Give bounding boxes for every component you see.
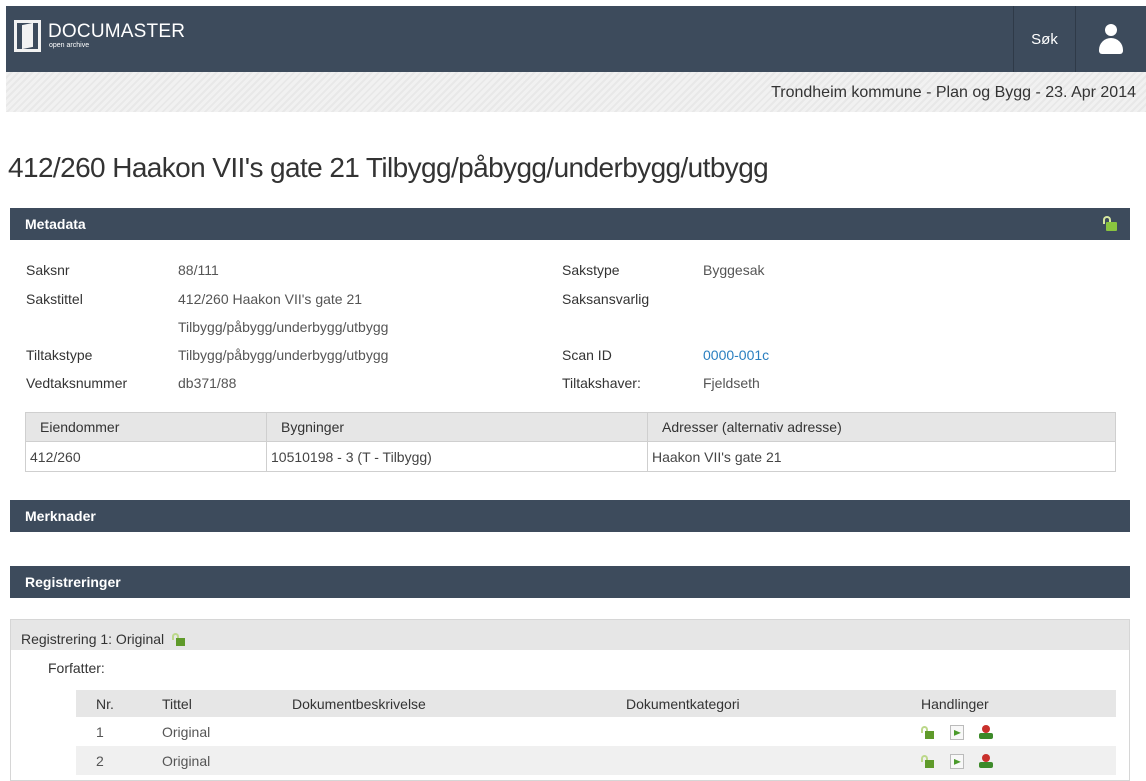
metadata-section-title: Metadata	[25, 216, 86, 232]
sakstittel-value: 412/260 Haakon VII's gate 21	[178, 291, 363, 307]
column-header-nr: Nr.	[76, 690, 162, 717]
saksnr-value: 88/111	[178, 262, 219, 278]
documents-table: Nr. Tittel Dokumentbeskrivelse Dokumentk…	[76, 690, 1116, 775]
sakstype-label: Sakstype	[562, 262, 620, 278]
tiltakshaver-label: Tiltakshaver:	[562, 375, 641, 391]
documaster-logo[interactable]: DOCUMASTER open archive	[14, 20, 185, 52]
sakstype-value: Byggesak	[703, 262, 765, 278]
registrering-panel: Registrering 1: Original Forfatter: Nr. …	[10, 619, 1130, 781]
vedtaksnummer-label: Vedtaksnummer	[26, 375, 128, 391]
open-document-icon[interactable]	[949, 753, 964, 769]
eiendom-cell: 412/260	[25, 441, 267, 472]
table-row[interactable]: 2 Original	[76, 746, 1116, 775]
adresse-cell: Haakon VII's gate 21	[647, 441, 1116, 472]
logo-text: DOCUMASTER open archive	[48, 22, 185, 50]
table-row[interactable]: 1 Original	[76, 717, 1116, 746]
bygning-cell: 10510198 - 3 (T - Tilbygg)	[266, 441, 648, 472]
vedtaksnummer-value: db371/88	[178, 375, 237, 391]
kategori-cell	[626, 746, 921, 775]
beskrivelse-cell	[292, 746, 626, 775]
column-header-tittel: Tittel	[162, 690, 292, 717]
tittel-cell: Original	[162, 723, 211, 740]
column-header-dokumentbeskrivelse: Dokumentbeskrivelse	[292, 690, 626, 717]
actions-cell	[921, 746, 1116, 775]
lock-icon[interactable]	[921, 725, 935, 739]
registrering-title: Registrering 1: Original	[21, 631, 165, 647]
column-header-dokumentkategori: Dokumentkategori	[626, 690, 921, 717]
scan-id-label: Scan ID	[562, 347, 612, 363]
context-bar: Trondheim kommune - Plan og Bygg - 23. A…	[6, 72, 1146, 112]
properties-table-header: Eiendommer Bygninger Adresser (alternati…	[25, 412, 1116, 442]
stamp-icon[interactable]	[978, 724, 994, 740]
nr-cell: 1	[96, 723, 104, 740]
page-title: 412/260 Haakon VII's gate 21 Tilbygg/påb…	[8, 152, 769, 183]
user-button[interactable]	[1075, 6, 1146, 72]
scan-id-link[interactable]: 0000-001c	[703, 347, 769, 363]
documents-table-header: Nr. Tittel Dokumentbeskrivelse Dokumentk…	[76, 690, 1116, 717]
column-header-bygninger: Bygninger	[266, 412, 648, 442]
nr-cell: 2	[76, 746, 162, 775]
logo-title: DOCUMASTER	[48, 21, 186, 42]
top-navbar: DOCUMASTER open archive Søk	[6, 6, 1146, 72]
saksansvarlig-label: Saksansvarlig	[562, 291, 650, 307]
sakstittel-label: Sakstittel	[26, 291, 83, 307]
open-document-icon[interactable]	[949, 724, 964, 740]
metadata-section-header[interactable]: Metadata	[10, 208, 1130, 240]
saksnr-label: Saksnr	[26, 262, 70, 278]
lock-icon[interactable]	[921, 754, 935, 768]
sakstittel-value-line2: Tilbygg/påbygg/underbygg/utbygg	[178, 319, 389, 335]
beskrivelse-cell	[292, 717, 626, 746]
column-header-handlinger: Handlinger	[921, 690, 1116, 717]
column-header-eiendommer: Eiendommer	[25, 412, 267, 442]
tiltakstype-label: Tiltakstype	[26, 347, 93, 363]
merknader-section-title: Merknader	[25, 508, 96, 524]
registrering-header[interactable]: Registrering 1: Original	[11, 620, 1129, 650]
tiltakshaver-value: Fjeldseth	[703, 375, 760, 391]
column-header-adresser: Adresser (alternativ adresse)	[647, 412, 1116, 442]
table-row: 412/260 10510198 - 3 (T - Tilbygg) Haako…	[25, 441, 1116, 472]
registreringer-section-title: Registreringer	[25, 574, 121, 590]
kategori-cell	[626, 717, 921, 746]
logo-door-icon	[14, 20, 41, 52]
properties-table: Eiendommer Bygninger Adresser (alternati…	[25, 412, 1116, 472]
lock-icon[interactable]	[172, 632, 186, 646]
user-icon	[1098, 24, 1124, 54]
forfatter-label: Forfatter:	[48, 660, 105, 676]
actions-cell	[921, 717, 1116, 746]
context-text: Trondheim kommune - Plan og Bygg - 23. A…	[771, 84, 1136, 101]
search-button[interactable]: Søk	[1013, 6, 1075, 72]
unlock-icon[interactable]	[1102, 216, 1118, 232]
tittel-cell: Original	[162, 746, 292, 775]
logo-subtitle: open archive	[49, 42, 90, 49]
nav-actions: Søk	[1013, 6, 1146, 72]
stamp-icon[interactable]	[978, 753, 994, 769]
merknader-section-header[interactable]: Merknader	[10, 500, 1130, 532]
tiltakstype-value: Tilbygg/påbygg/underbygg/utbygg	[178, 347, 389, 363]
registreringer-section-header[interactable]: Registreringer	[10, 566, 1130, 598]
